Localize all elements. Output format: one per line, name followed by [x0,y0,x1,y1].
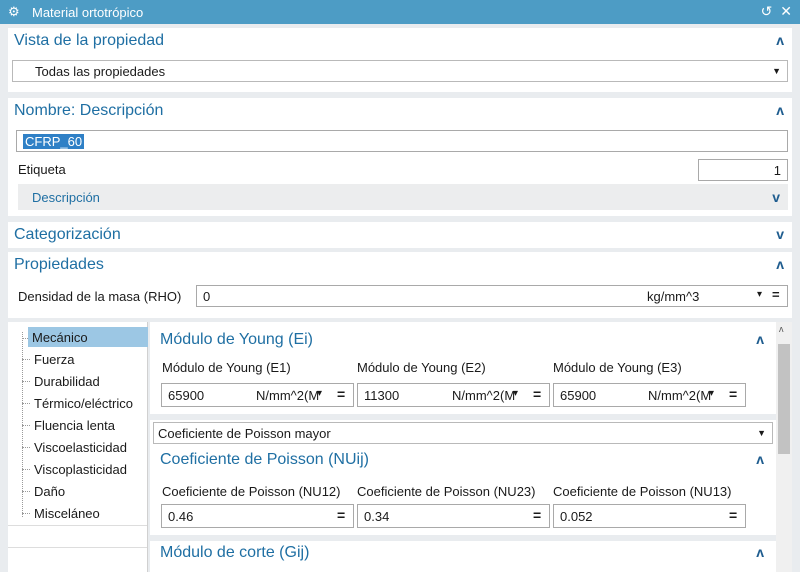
corte-heading[interactable]: Módulo de corte (Gij) ʌ [150,540,776,566]
young-e1-label: Módulo de Young (E1) [162,360,291,375]
poisson-nu23-label: Coeficiente de Poisson (NU23) [357,484,536,499]
equals-icon[interactable]: = [533,507,541,523]
young-e1-input[interactable]: 65900 N/mm^2(M ▾ = [161,383,354,407]
window-controls[interactable]: ↺ ✕ [761,3,794,20]
category-tree: Mecánico Fuerza Durabilidad Térmico/eléc… [8,322,148,572]
descripcion-subsection[interactable]: Descripción v [18,184,788,210]
unit-dropdown-icon[interactable]: ▾ [709,388,714,399]
title-bar: ⚙ Material ortotrópico ↺ ✕ [0,0,800,24]
etiqueta-label: Etiqueta [18,162,66,177]
equals-icon[interactable]: = [337,386,345,402]
scroll-up-icon[interactable]: ʌ [779,324,784,334]
tree-item-miscelaneo[interactable]: Misceláneo [30,503,104,523]
young-e3-input[interactable]: 65900 N/mm^2(M ▾ = [553,383,746,407]
tree-item-mecanico[interactable]: Mecánico [28,327,148,347]
unit-dropdown-icon[interactable]: ▾ [513,388,518,399]
poisson-nu12-input[interactable]: 0.46 = [161,504,354,528]
equals-icon[interactable]: = [772,287,780,302]
window-title: Material ortotrópico [32,4,144,20]
dropdown-arrow-icon[interactable]: ▼ [772,66,781,76]
propiedades-heading[interactable]: Propiedades ʌ [8,252,792,278]
properties-content: Módulo de Young (Ei) ʌ Módulo de Young (… [150,322,776,572]
vista-panel: Vista de la propiedad ʌ Todas las propie… [8,28,792,92]
scroll-thumb[interactable] [778,344,790,454]
chevron-up-icon[interactable]: ʌ [776,32,784,48]
equals-icon[interactable]: = [337,507,345,523]
equals-icon[interactable]: = [729,507,737,523]
chevron-up-icon[interactable]: ʌ [776,102,784,118]
categorizacion-heading[interactable]: Categorización v [8,222,792,248]
chevron-down-icon[interactable]: v [772,189,780,205]
tree-item-fluencia[interactable]: Fluencia lenta [30,415,119,435]
etiqueta-input[interactable]: 1 [698,159,788,181]
rho-label: Densidad de la masa (RHO) [18,289,182,304]
unit-dropdown-icon[interactable]: ▾ [757,289,762,300]
young-e2-label: Módulo de Young (E2) [357,360,486,375]
tree-item-durabilidad[interactable]: Durabilidad [30,371,104,391]
dropdown-arrow-icon[interactable]: ▼ [757,428,766,438]
poisson-type-select[interactable]: Coeficiente de Poisson mayor ▼ [153,422,773,444]
chevron-down-icon[interactable]: v [776,226,784,242]
gear-icon: ⚙ [8,4,20,19]
poisson-heading[interactable]: Coeficiente de Poisson (NUij) ʌ [150,447,776,473]
tree-item-viscoelasticidad[interactable]: Viscoelasticidad [30,437,131,457]
chevron-up-icon[interactable]: ʌ [776,256,784,272]
nombre-heading[interactable]: Nombre: Descripción ʌ [8,98,792,124]
equals-icon[interactable]: = [533,386,541,402]
young-e3-unit[interactable]: N/mm^2(M [648,388,711,403]
poisson-nu23-input[interactable]: 0.34 = [357,504,550,528]
chevron-up-icon[interactable]: ʌ [756,544,764,560]
young-e1-unit[interactable]: N/mm^2(M [256,388,319,403]
vertical-scrollbar[interactable]: ʌ [776,322,792,572]
propiedades-panel: Propiedades ʌ Densidad de la masa (RHO) … [8,252,792,318]
name-input[interactable]: CFRP_60 [16,130,788,152]
poisson-nu13-label: Coeficiente de Poisson (NU13) [553,484,732,499]
chevron-up-icon[interactable]: ʌ [756,331,764,347]
young-e2-input[interactable]: 11300 N/mm^2(M ▾ = [357,383,550,407]
chevron-up-icon[interactable]: ʌ [756,451,764,467]
rho-input[interactable]: 0 kg/mm^3 ▾ = [196,285,788,307]
poisson-nu13-input[interactable]: 0.052 = [553,504,746,528]
tree-item-viscoplasticidad[interactable]: Viscoplasticidad [30,459,131,479]
unit-dropdown-icon[interactable]: ▾ [317,388,322,399]
rho-unit[interactable]: kg/mm^3 [647,289,699,304]
young-heading[interactable]: Módulo de Young (Ei) ʌ [150,327,776,353]
poisson-nu12-label: Coeficiente de Poisson (NU12) [162,484,341,499]
nombre-panel: Nombre: Descripción ʌ CFRP_60 Etiqueta 1… [8,98,792,216]
tree-item-fuerza[interactable]: Fuerza [30,349,78,369]
young-e2-unit[interactable]: N/mm^2(M [452,388,515,403]
young-e3-label: Módulo de Young (E3) [553,360,682,375]
vista-heading[interactable]: Vista de la propiedad ʌ [8,28,792,54]
equals-icon[interactable]: = [729,386,737,402]
tree-item-dano[interactable]: Daño [30,481,69,501]
vista-select[interactable]: Todas las propiedades ▼ [12,60,788,82]
tree-item-termico[interactable]: Térmico/eléctrico [30,393,137,413]
categorizacion-panel: Categorización v [8,222,792,248]
